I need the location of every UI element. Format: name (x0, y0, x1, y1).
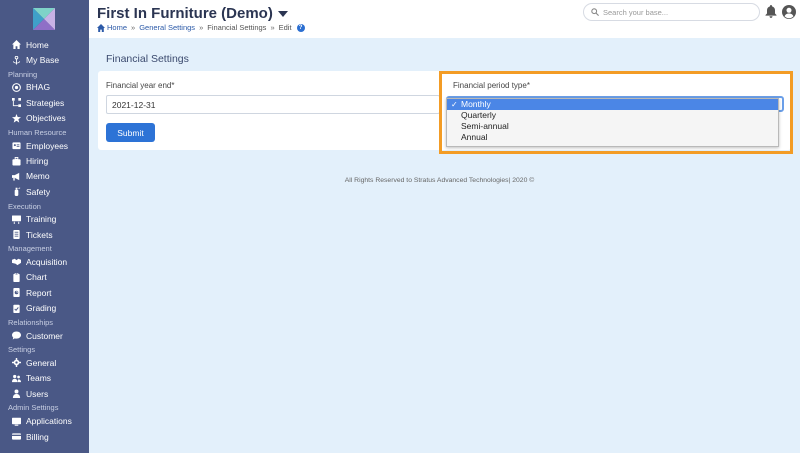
sidebar-item-applications[interactable]: Applications (0, 413, 89, 428)
handshake-icon (11, 257, 21, 267)
sidebar-item-customer[interactable]: Customer (0, 328, 89, 343)
anchor-icon (11, 55, 21, 65)
sidebar-item-label: Acquisition (26, 256, 68, 267)
sidebar-section-label: Relationships (8, 317, 54, 327)
ticket-icon (11, 230, 21, 240)
footer-text: All Rights Reserved to Stratus Advanced … (344, 177, 535, 184)
sidebar-item-objectives[interactable]: Objectives (0, 111, 89, 126)
breadcrumb-separator: » (270, 23, 275, 32)
billing-icon (11, 432, 21, 442)
breadcrumb: Home » General Settings » Financial Sett… (97, 23, 305, 32)
report-icon (11, 288, 21, 298)
sidebar-item-label: Tickets (26, 229, 53, 240)
search-icon (591, 8, 599, 16)
sidebar-item-my-base[interactable]: My Base (0, 52, 89, 67)
financial-year-end-input[interactable]: 2021-12-31 (106, 95, 440, 114)
user-menu-button[interactable] (782, 5, 796, 19)
breadcrumb-edit: Edit (278, 23, 292, 32)
sidebar-item-label: My Base (26, 55, 60, 66)
gear-icon (11, 358, 21, 368)
sidebar-section-label: Admin Settings (8, 403, 59, 413)
breadcrumb-financial-settings: Financial Settings (207, 23, 267, 32)
footer: All Rights Reserved to Stratus Advanced … (0, 177, 800, 184)
sidebar-item-label: Hiring (26, 156, 49, 167)
teams-icon (11, 373, 21, 383)
sidebar-item-employees[interactable]: Employees (0, 138, 89, 153)
sidebar-item-label: Safety (26, 186, 51, 197)
target-icon (11, 82, 21, 92)
sidebar-item-label: Training (26, 214, 57, 225)
breadcrumb-separator: » (199, 23, 204, 32)
sidebar-item-label: Employees (26, 140, 69, 151)
sidebar-item-label: Report (26, 287, 52, 298)
sidebar-item-label: Objectives (26, 113, 66, 124)
breadcrumb-general-settings[interactable]: General Settings (139, 23, 195, 32)
company-title: First In Furniture (Demo) (97, 5, 273, 22)
sidebar-item-strategies[interactable]: Strategies (0, 95, 89, 110)
sidebar-item-label: Applications (26, 416, 72, 427)
sidebar-item-label: Grading (26, 303, 57, 314)
home-icon (11, 40, 21, 50)
sidebar-nav: Home My Base Planning BHAG Strategies Objecti… (0, 37, 89, 444)
fire-extinguisher-icon (11, 187, 21, 197)
user-avatar-icon (782, 5, 796, 19)
top-header: First In Furniture (Demo) Home » General… (89, 0, 800, 38)
applications-icon (11, 416, 21, 426)
clipboard-icon (11, 272, 21, 282)
sidebar-item-tickets[interactable]: Tickets (0, 227, 89, 242)
home-icon (97, 23, 105, 32)
sidebar-section-label: Human Resource (8, 127, 67, 137)
sidebar-section-label: Settings (8, 345, 36, 355)
sidebar-item-label: BHAG (26, 82, 51, 93)
sidebar-item-label: Users (26, 388, 49, 399)
sidebar: Home My Base Planning BHAG Strategies Objecti… (0, 0, 89, 453)
company-switcher[interactable]: First In Furniture (Demo) (97, 5, 288, 22)
submit-button[interactable]: Submit (106, 123, 155, 142)
sidebar-item-label: Home (26, 39, 49, 50)
sidebar-section-label: Execution (8, 201, 41, 211)
search-input[interactable]: Search your base... (603, 8, 668, 17)
sidebar-item-grading[interactable]: Grading (0, 300, 89, 315)
strategies-icon (11, 98, 21, 108)
users-icon (11, 389, 21, 399)
star-icon (11, 113, 21, 123)
sidebar-item-billing[interactable]: Billing (0, 429, 89, 444)
logo-icon[interactable] (33, 8, 55, 30)
financial-year-end-label: Financial year end* (106, 81, 175, 90)
search-box[interactable]: Search your base... (583, 3, 760, 21)
page-title: Financial Settings (106, 53, 189, 65)
sidebar-item-users[interactable]: Users (0, 386, 89, 401)
grading-icon (11, 303, 21, 313)
sidebar-section-label: Planning (8, 69, 38, 79)
financial-year-end-value: 2021-12-31 (112, 99, 156, 110)
sidebar-item-label: General (26, 357, 57, 368)
sidebar-item-hiring[interactable]: Hiring (0, 153, 89, 168)
sidebar-item-label: Billing (26, 431, 49, 442)
hiring-icon (11, 156, 21, 166)
sidebar-item-label: Customer (26, 330, 63, 341)
sidebar-item-label: Strategies (26, 97, 65, 108)
sidebar-item-chart[interactable]: Chart (0, 270, 89, 285)
sidebar-item-training[interactable]: Training (0, 212, 89, 227)
sidebar-item-teams[interactable]: Teams (0, 371, 89, 386)
sidebar-item-general[interactable]: General (0, 355, 89, 370)
sidebar-item-home[interactable]: Home (0, 37, 89, 52)
bell-icon (765, 5, 777, 18)
sidebar-item-label: Chart (26, 272, 47, 283)
chalkboard-icon (11, 214, 21, 224)
chat-icon (11, 331, 21, 341)
breadcrumb-separator: » (131, 23, 136, 32)
sidebar-item-safety[interactable]: Safety (0, 184, 89, 199)
highlight-box (439, 71, 793, 154)
caret-down-icon (277, 10, 288, 17)
notifications-button[interactable] (765, 5, 777, 18)
sidebar-section-label: Management (8, 244, 52, 254)
help-icon[interactable]: ? (296, 23, 305, 32)
sidebar-item-report[interactable]: Report (0, 285, 89, 300)
sidebar-item-label: Teams (26, 373, 52, 384)
sidebar-item-acquisition[interactable]: Acquisition (0, 254, 89, 269)
breadcrumb-home[interactable]: Home (107, 23, 127, 32)
id-card-icon (11, 141, 21, 151)
sidebar-item-bhag[interactable]: BHAG (0, 80, 89, 95)
